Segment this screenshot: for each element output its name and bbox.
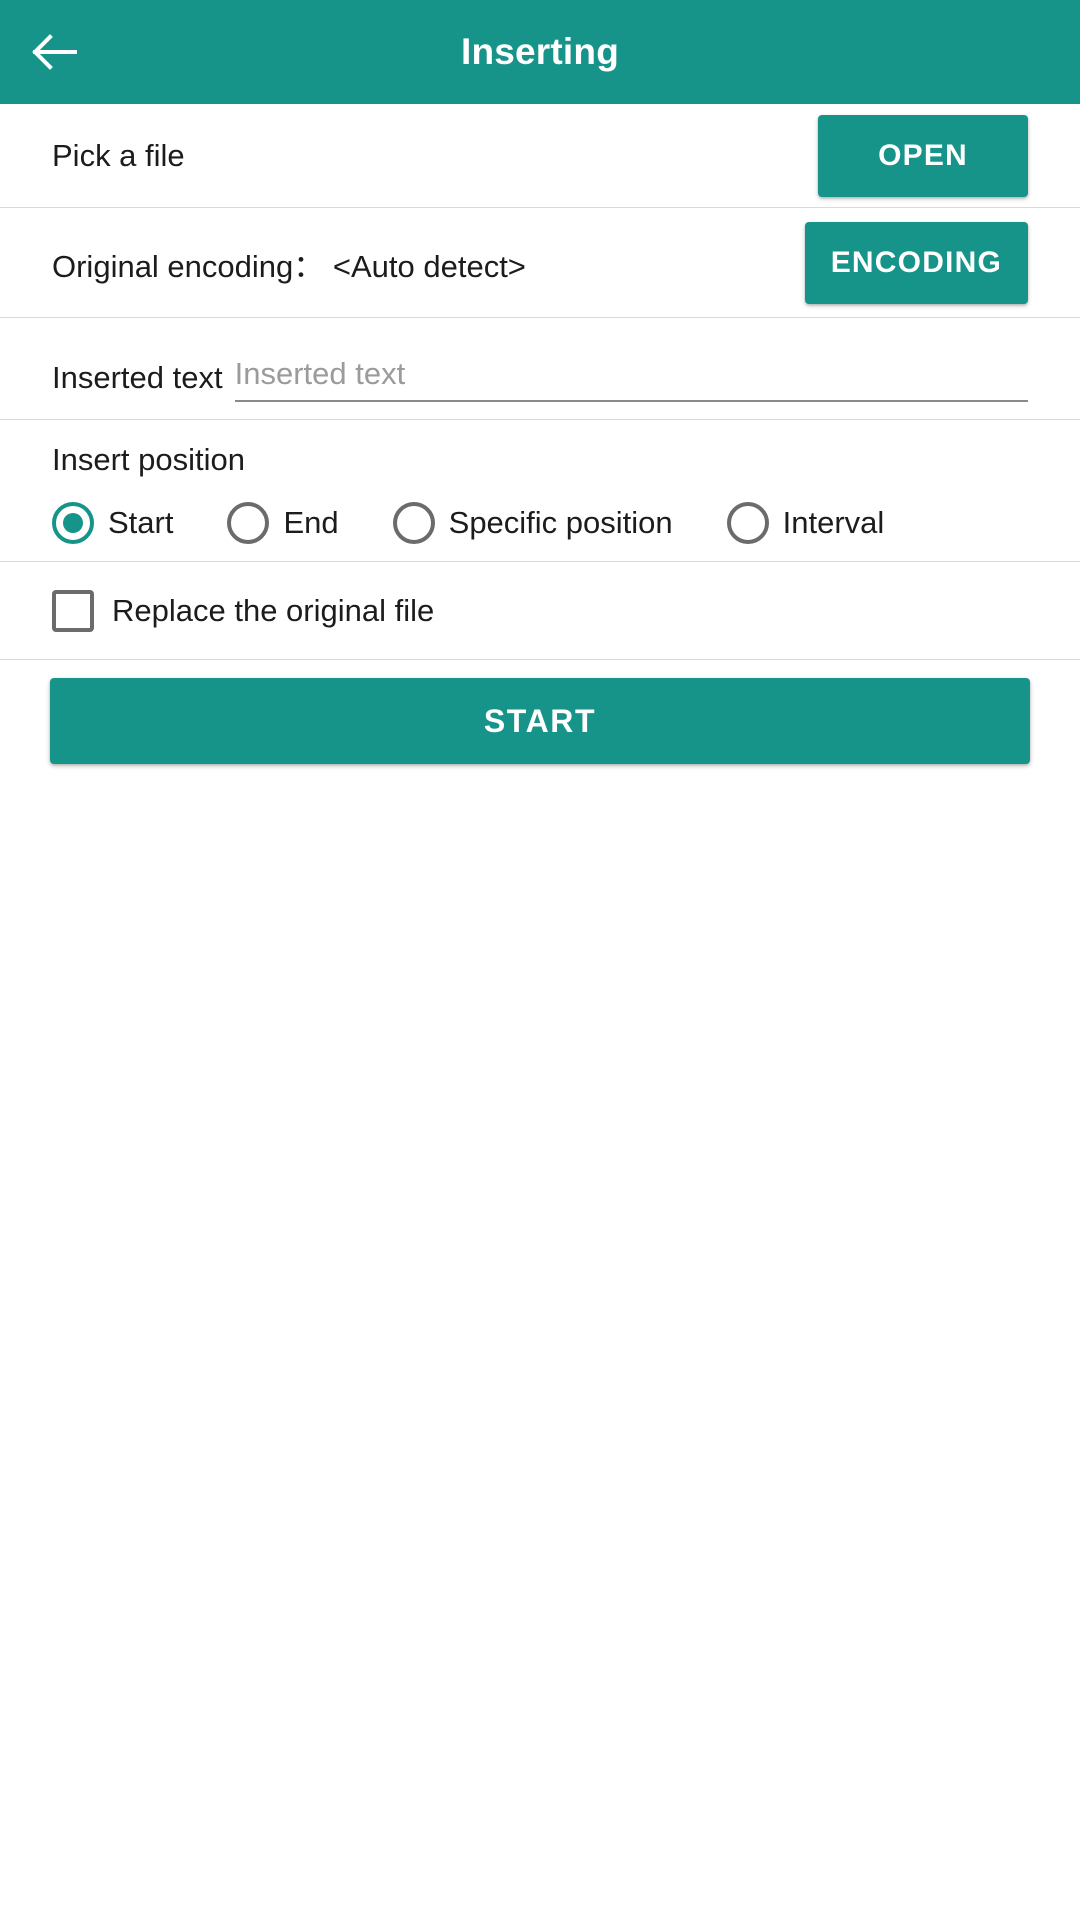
row-pick-file: Pick a file OPEN (0, 104, 1080, 208)
radio-icon (726, 502, 769, 544)
checkbox-icon (52, 590, 94, 632)
open-button[interactable]: OPEN (818, 115, 1028, 197)
radio-option-interval[interactable]: Interval (726, 502, 885, 544)
radio-icon (52, 502, 94, 544)
radio-label: Specific position (448, 505, 673, 540)
radio-option-specific-position[interactable]: Specific position (392, 502, 673, 544)
row-replace-original-file: Replace the original file (0, 562, 1080, 660)
encoding-button[interactable]: ENCODING (804, 222, 1028, 304)
back-button[interactable] (0, 0, 110, 104)
radio-option-end[interactable]: End (227, 502, 339, 544)
radio-label: Start (108, 505, 174, 540)
page-title: Inserting (460, 31, 620, 72)
start-button[interactable]: START (50, 678, 1030, 764)
app-bar: Inserting (0, 0, 1080, 104)
start-button-container: START (0, 660, 1080, 764)
inserted-text-input[interactable] (234, 356, 1028, 392)
row-original-encoding: Original encoding： <Auto detect> ENCODIN… (0, 208, 1080, 318)
original-encoding-label: Original encoding： <Auto detect> (52, 248, 526, 284)
radio-icon (392, 502, 435, 544)
insert-position-radio-group: Start End Specific position Interval (52, 502, 1028, 544)
radio-label: End (283, 505, 339, 540)
radio-icon (227, 502, 270, 544)
inserted-text-label: Inserted text (52, 360, 223, 395)
row-inserted-text: Inserted text (0, 318, 1080, 420)
arrow-left-icon (32, 34, 78, 70)
pick-file-label: Pick a file (52, 138, 185, 174)
radio-option-start[interactable]: Start (52, 502, 173, 544)
inserted-text-field-wrap (234, 356, 1028, 402)
replace-original-file-checkbox[interactable]: Replace the original file (52, 590, 434, 632)
insert-position-title: Insert position (52, 442, 245, 477)
section-insert-position: Insert position Start End Specific posit… (0, 420, 1080, 562)
replace-original-file-label: Replace the original file (112, 593, 435, 628)
radio-label: Interval (782, 505, 885, 540)
app-screen: Inserting Pick a file OPEN Original enco… (0, 0, 1080, 1920)
